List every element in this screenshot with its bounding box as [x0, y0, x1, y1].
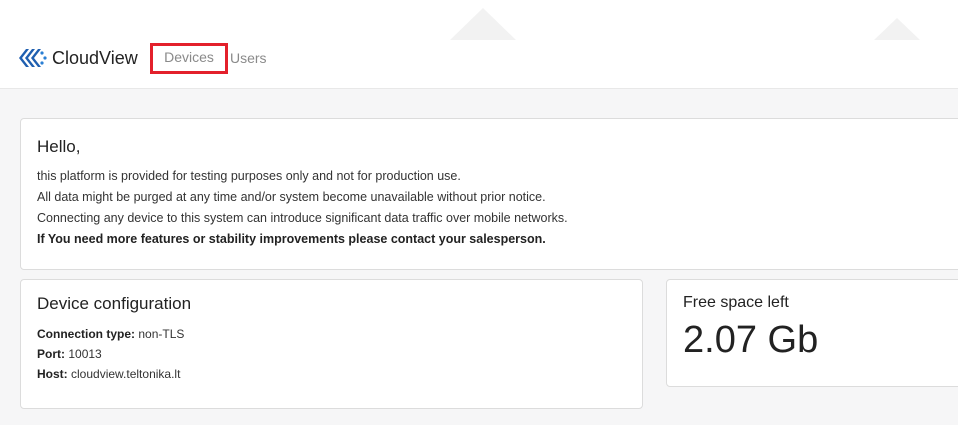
notice-line-2: All data might be purged at any time and… [37, 190, 546, 204]
main-content: Hello, this platform is provided for tes… [0, 89, 958, 425]
free-space-card: Free space left 2.07 Gb [666, 279, 958, 387]
connection-type-label: Connection type: [37, 327, 135, 341]
nav-devices-label: Devices [164, 49, 214, 65]
notice-emphasis: If You need more features or stability i… [37, 232, 546, 246]
host-value: cloudview.teltonika.lt [71, 367, 181, 381]
notice-line-3: Connecting any device to this system can… [37, 211, 568, 225]
top-header: CloudView Devices Users [0, 0, 958, 89]
nav-users-label: Users [230, 50, 267, 66]
free-space-value: 2.07 Gb [683, 319, 819, 361]
notice-title: Hello, [37, 137, 81, 156]
device-configuration-card: Device configuration Connection type: no… [20, 279, 643, 409]
main-nav: Devices Users [150, 42, 267, 74]
app-name: CloudView [52, 47, 138, 68]
nav-devices[interactable]: Devices [150, 42, 228, 74]
cloudview-logo-icon [19, 49, 47, 67]
connection-type-row: Connection type: non-TLS [37, 324, 626, 344]
notice-card: Hello, this platform is provided for tes… [20, 118, 958, 270]
decorative-triangle-left [450, 8, 516, 40]
brand[interactable]: CloudView [19, 44, 138, 72]
host-label: Host: [37, 367, 68, 381]
port-value: 10013 [68, 347, 102, 361]
free-space-title: Free space left [683, 294, 789, 311]
nav-users[interactable]: Users [230, 50, 267, 66]
decorative-triangle-right [874, 18, 920, 40]
notice-line-1: this platform is provided for testing pu… [37, 169, 461, 183]
connection-type-value: non-TLS [138, 327, 185, 341]
device-configuration-title: Device configuration [37, 294, 192, 313]
port-label: Port: [37, 347, 65, 361]
host-row: Host: cloudview.teltonika.lt [37, 364, 626, 384]
port-row: Port: 10013 [37, 344, 626, 364]
